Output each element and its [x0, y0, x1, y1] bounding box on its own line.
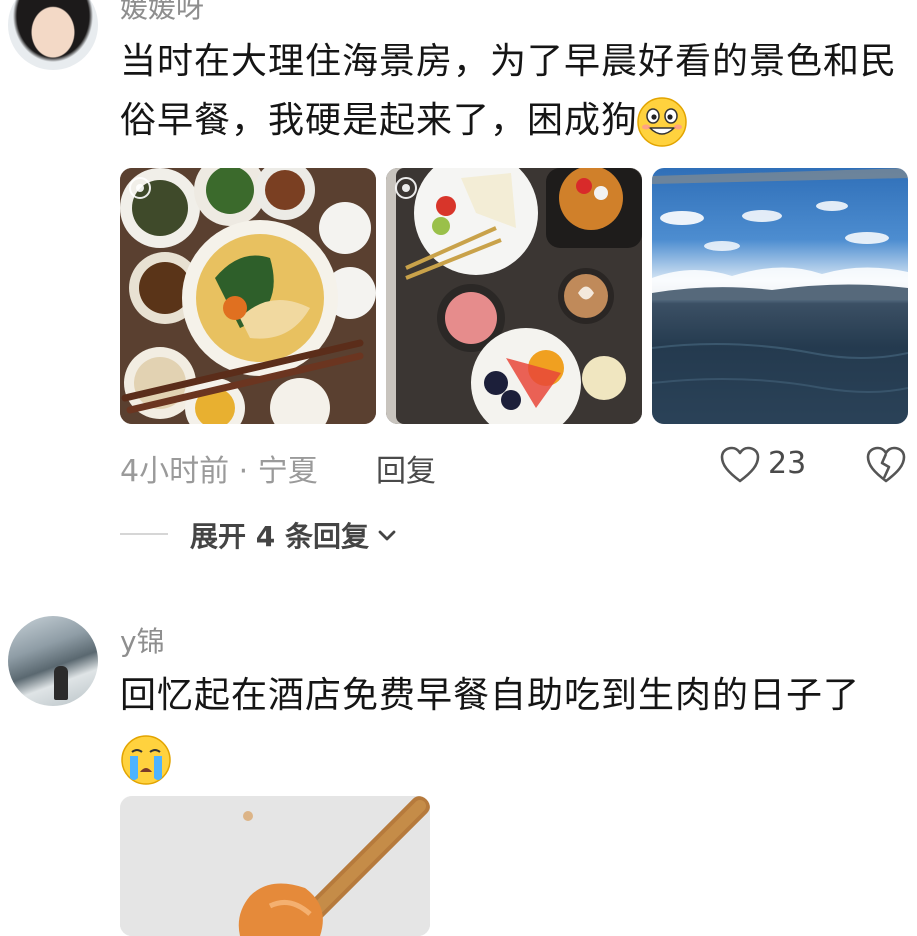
comment-text-line: 回忆起在酒店免费早餐自助吃到生肉的日子了 [120, 675, 861, 716]
comment-text-line: 俗早餐，我硬是起来了，困成狗 [120, 93, 638, 148]
comment-text-span: 俗早餐，我硬是起来了，困成狗 [120, 100, 639, 141]
heart-icon[interactable] [720, 446, 760, 484]
like-count: 23 [768, 446, 807, 481]
chevron-down-icon [378, 530, 396, 541]
comment-photo[interactable] [386, 168, 642, 424]
expand-replies-label: 展开 4 条回复 [190, 520, 369, 553]
crying-emoji-icon [121, 735, 171, 785]
avatar[interactable] [8, 616, 98, 706]
comment-photo[interactable] [120, 168, 376, 424]
lake-view-image [652, 168, 908, 424]
comment-time-location: 4小时前 · 宁夏 [120, 454, 318, 489]
dislike-icon[interactable] [866, 446, 906, 484]
grinning-emoji-icon [637, 97, 687, 147]
comment-photo[interactable] [120, 796, 430, 936]
divider [120, 533, 168, 535]
reply-button[interactable]: 回复 [376, 446, 436, 490]
username[interactable]: 媛媛呀 [120, 0, 204, 26]
raw-meat-image [120, 796, 430, 936]
comment-photo[interactable] [652, 168, 908, 424]
breakfast-noodles-image [120, 168, 376, 424]
expand-replies-button[interactable]: 展开 4 条回复 [190, 515, 399, 555]
breakfast-tray-image [386, 168, 642, 424]
avatar[interactable] [8, 0, 98, 70]
username[interactable]: y锦 [120, 620, 165, 660]
comment-text-line: 当时在大理住海景房，为了早晨好看的景色和民 [120, 41, 898, 82]
